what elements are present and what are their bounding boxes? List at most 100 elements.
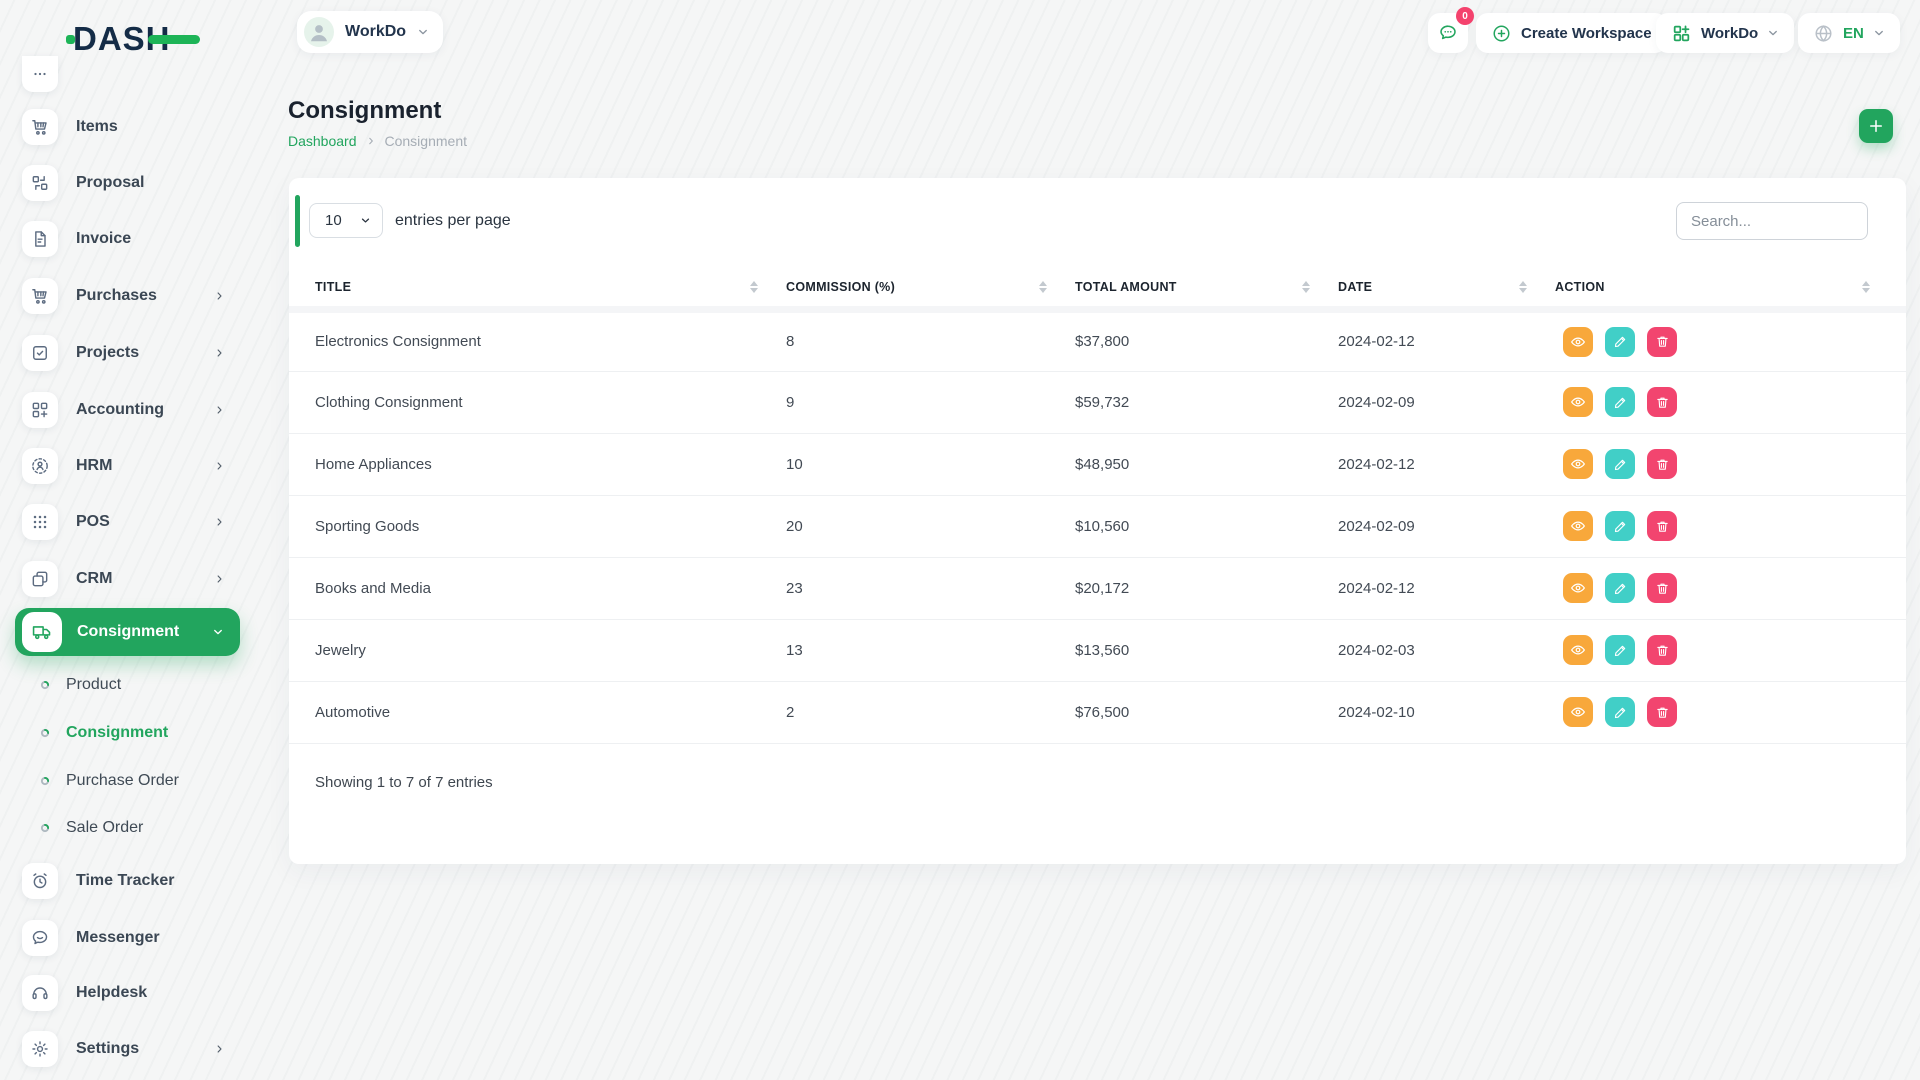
sort-arrows-icon — [750, 281, 758, 293]
edit-button[interactable] — [1605, 449, 1635, 479]
sidebar-subitem-purchase-order[interactable]: Purchase Order — [0, 769, 250, 793]
chevron-down-icon — [212, 626, 224, 638]
chevron-right-icon — [214, 574, 225, 585]
edit-button[interactable] — [1605, 387, 1635, 417]
cell-actions — [1555, 433, 1906, 495]
sidebar-item-crm[interactable]: CRM — [0, 561, 250, 597]
edit-button[interactable] — [1605, 573, 1635, 603]
sidebar-item-partial[interactable] — [22, 56, 58, 92]
column-header-date[interactable]: DATE — [1338, 269, 1555, 309]
sidebar-item-accounting[interactable]: Accounting — [0, 392, 250, 428]
sidebar-subitem-product[interactable]: Product — [0, 673, 250, 697]
edit-button[interactable] — [1605, 635, 1635, 665]
entries-per-page-label: entries per page — [395, 203, 511, 238]
sidebar-item-hrm[interactable]: HRM — [0, 448, 250, 484]
sort-arrows-icon — [1302, 281, 1310, 293]
delete-button[interactable] — [1647, 573, 1677, 603]
view-button[interactable] — [1563, 573, 1593, 603]
workspace-menu-button[interactable]: WorkDo — [1656, 13, 1794, 53]
column-header-action[interactable]: ACTION — [1555, 269, 1906, 309]
cell-actions — [1555, 681, 1906, 743]
create-workspace-button[interactable]: Create Workspace — [1476, 13, 1667, 53]
cell-date: 2024-02-09 — [1338, 495, 1555, 557]
cell-total-amount: $10,560 — [1075, 495, 1338, 557]
view-button[interactable] — [1563, 449, 1593, 479]
sidebar-item-projects[interactable]: Projects — [0, 335, 250, 371]
eye-icon — [1570, 580, 1586, 596]
sidebar-item-invoice[interactable]: Invoice — [0, 221, 250, 257]
sidebar-item-proposal[interactable]: Proposal — [0, 165, 250, 201]
delete-button[interactable] — [1647, 697, 1677, 727]
entries-per-page-select[interactable]: 10 — [309, 203, 383, 238]
sidebar-item-helpdesk[interactable]: Helpdesk — [0, 975, 250, 1011]
cell-actions — [1555, 309, 1906, 371]
breadcrumb-current: Consignment — [385, 133, 468, 149]
topbar: DASH WorkDo 0 Create Workspace WorkDo EN — [0, 0, 1920, 60]
language-menu-button[interactable]: EN — [1798, 13, 1900, 53]
add-consignment-button[interactable] — [1859, 109, 1893, 143]
breadcrumb-home-link[interactable]: Dashboard — [288, 133, 357, 149]
workspace-selector[interactable]: WorkDo — [297, 11, 443, 53]
sidebar-item-consignment[interactable]: Consignment — [15, 608, 240, 656]
eye-icon — [1570, 334, 1586, 350]
search-input[interactable] — [1676, 202, 1868, 240]
table-row: Jewelry 13 $13,560 2024-02-03 — [289, 619, 1906, 681]
trash-icon — [1655, 643, 1670, 658]
view-button[interactable] — [1563, 697, 1593, 727]
person-icon — [304, 17, 334, 47]
document-icon — [22, 221, 58, 257]
delete-button[interactable] — [1647, 327, 1677, 357]
cell-title: Sporting Goods — [289, 495, 786, 557]
sidebar-subitem-sale-order[interactable]: Sale Order — [0, 816, 250, 840]
cell-total-amount: $20,172 — [1075, 557, 1338, 619]
overlap-squares-icon — [22, 561, 58, 597]
sidebar-item-pos[interactable]: POS — [0, 504, 250, 540]
view-button[interactable] — [1563, 387, 1593, 417]
chevron-down-icon — [1767, 27, 1779, 39]
edit-button[interactable] — [1605, 327, 1635, 357]
trash-icon — [1655, 457, 1670, 472]
cell-commission: 10 — [786, 433, 1075, 495]
cell-total-amount: $37,800 — [1075, 309, 1338, 371]
eye-icon — [1570, 518, 1586, 534]
sidebar-item-time-tracker[interactable]: Time Tracker — [0, 863, 250, 899]
sidebar-subitem-consignment[interactable]: Consignment — [0, 721, 250, 745]
table-row: Sporting Goods 20 $10,560 2024-02-09 — [289, 495, 1906, 557]
sidebar-item-messenger[interactable]: Messenger — [0, 920, 250, 956]
sidebar-item-items[interactable]: Items — [0, 109, 250, 145]
pencil-icon — [1613, 643, 1628, 658]
delete-button[interactable] — [1647, 387, 1677, 417]
column-header-total-amount[interactable]: TOTAL AMOUNT — [1075, 269, 1338, 309]
column-header-title[interactable]: TITLE — [289, 269, 786, 309]
delete-button[interactable] — [1647, 511, 1677, 541]
edit-button[interactable] — [1605, 511, 1635, 541]
cell-total-amount: $13,560 — [1075, 619, 1338, 681]
pencil-icon — [1613, 457, 1628, 472]
table-row: Home Appliances 10 $48,950 2024-02-12 — [289, 433, 1906, 495]
cell-title: Jewelry — [289, 619, 786, 681]
consignment-card: 10 entries per page TITLE COMMISSION (%)… — [289, 178, 1906, 864]
cell-title: Clothing Consignment — [289, 371, 786, 433]
table-summary: Showing 1 to 7 of 7 entries — [289, 744, 1906, 791]
column-header-commission-[interactable]: COMMISSION (%) — [786, 269, 1075, 309]
sidebar-item-purchases[interactable]: Purchases — [0, 278, 250, 314]
cell-date: 2024-02-09 — [1338, 371, 1555, 433]
grid-plus-icon — [22, 392, 58, 428]
chevron-down-icon — [1873, 27, 1885, 39]
cell-title: Home Appliances — [289, 433, 786, 495]
globe-icon — [1813, 23, 1834, 44]
table-header-row: TITLE COMMISSION (%) TOTAL AMOUNT DATE A… — [289, 269, 1906, 309]
sidebar-item-settings[interactable]: Settings — [0, 1031, 250, 1067]
messages-button[interactable]: 0 — [1428, 13, 1468, 53]
language-code: EN — [1843, 25, 1864, 42]
delete-button[interactable] — [1647, 449, 1677, 479]
cell-title: Books and Media — [289, 557, 786, 619]
view-button[interactable] — [1563, 327, 1593, 357]
plus-icon — [1867, 117, 1885, 135]
chevron-down-icon — [360, 215, 371, 226]
view-button[interactable] — [1563, 511, 1593, 541]
view-button[interactable] — [1563, 635, 1593, 665]
edit-button[interactable] — [1605, 697, 1635, 727]
chevron-right-icon — [214, 1044, 225, 1055]
delete-button[interactable] — [1647, 635, 1677, 665]
